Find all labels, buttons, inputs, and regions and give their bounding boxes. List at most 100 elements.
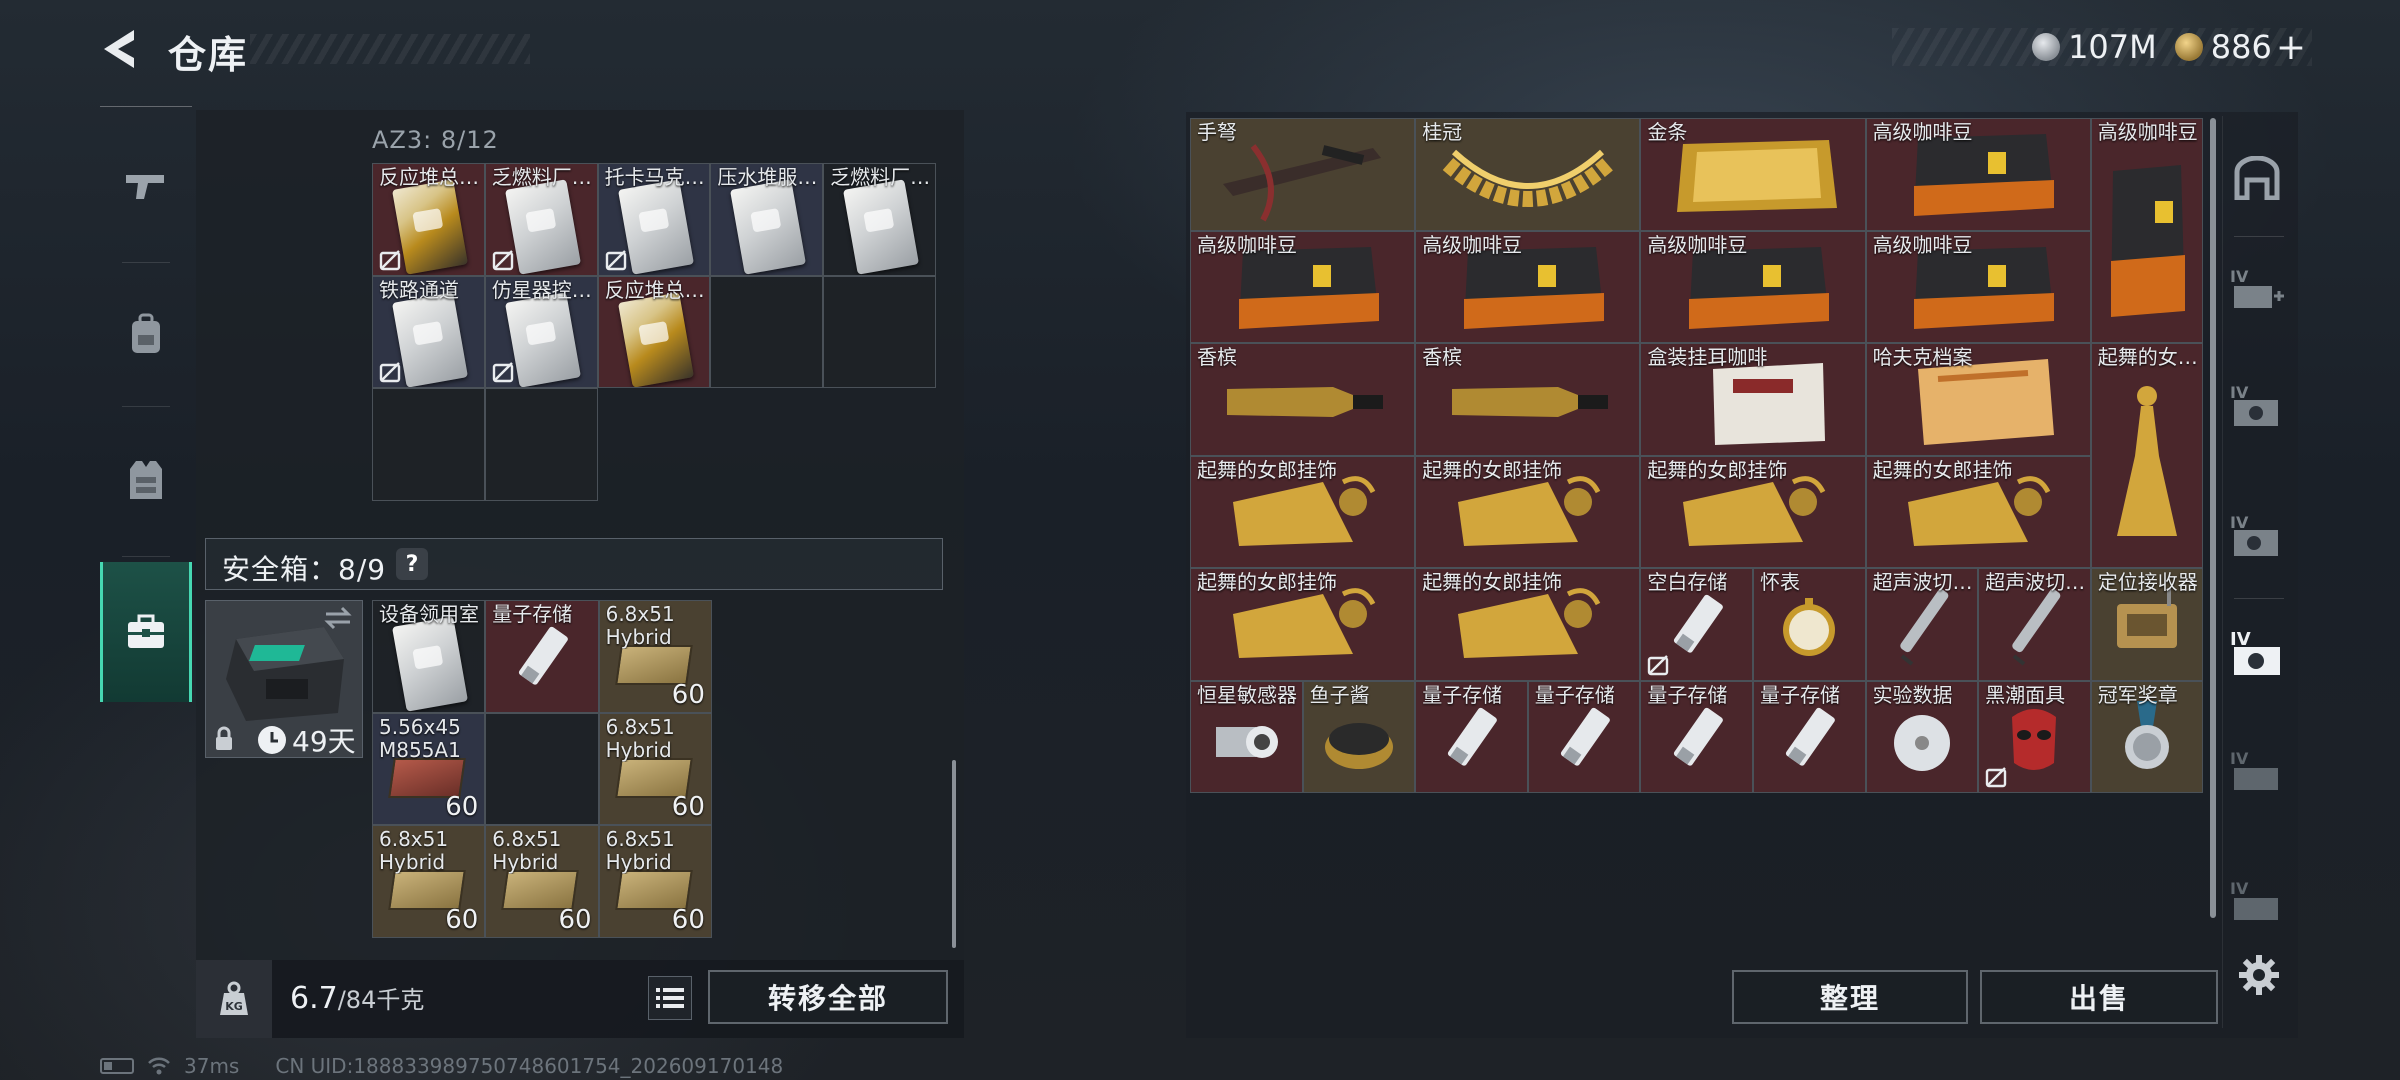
container-item[interactable]: 托卡马克… (597, 163, 711, 276)
stash-item[interactable]: 量子存储 (1752, 680, 1866, 793)
nav-case-active[interactable]: IV (2222, 604, 2292, 704)
stash-item[interactable]: 超声波切… (1978, 568, 2091, 681)
briefcase-icon (128, 614, 164, 648)
item-name: 恒星敏感器 (1197, 683, 1297, 707)
stash-item[interactable]: 量子存储 (1640, 680, 1753, 793)
stash-item[interactable]: 恒星敏感器 (1190, 680, 1303, 793)
keycard-icon (843, 179, 920, 275)
nav-backpack[interactable] (100, 264, 192, 404)
stash-item[interactable]: 起舞的女… (2090, 343, 2204, 568)
stash-item[interactable]: 起舞的女郎挂饰 (1415, 455, 1641, 568)
safe-item[interactable]: 6.8x51 Hybrid 60 (485, 825, 599, 938)
safe-box-duration: 49天 (292, 725, 356, 758)
item-name: 超声波切… (1872, 571, 1973, 594)
stash-item[interactable]: 空白存储 (1640, 568, 1753, 681)
stash-scrollbar[interactable] (2210, 118, 2216, 918)
safe-item[interactable]: 5.56x45 M855A1 60 (372, 712, 486, 826)
item-name: 起舞的女郎挂饰 (1647, 458, 1788, 482)
stash-item[interactable]: 哈夫克档案 (1865, 343, 2091, 456)
svg-text:IV: IV (2230, 629, 2251, 650)
stash-item[interactable]: 冠军奖章 (2090, 680, 2204, 793)
item-name: 托卡马克… (604, 166, 705, 189)
empty-slot[interactable] (484, 388, 598, 501)
home-icon (2234, 156, 2280, 200)
safe-item (485, 712, 599, 826)
stash-item[interactable]: 香槟 (1415, 343, 1641, 456)
stash-item[interactable]: 高级咖啡豆 (1415, 230, 1641, 343)
keycard-icon (504, 179, 581, 275)
stash-item[interactable]: 量子存储 (1527, 680, 1641, 793)
stash-item[interactable]: 起舞的女郎挂饰 (1190, 455, 1416, 568)
stash-item[interactable]: 怀表 (1752, 568, 1866, 681)
nav-case-4[interactable]: IV (2222, 852, 2292, 952)
keycard-icon (504, 291, 581, 388)
item-name: 量子存储 (492, 603, 573, 626)
list-view-button[interactable] (648, 976, 692, 1020)
item-count: 60 (671, 792, 705, 823)
stash-item[interactable]: 高级咖啡豆 (1865, 118, 2091, 231)
safe-item[interactable]: 6.8x51 Hybrid 60 (598, 825, 712, 938)
help-button[interactable]: ? (396, 548, 428, 580)
item-count: 60 (445, 792, 479, 823)
stash-item[interactable]: 量子存储 (1415, 680, 1528, 793)
stash-item[interactable]: 高级咖啡豆 (1640, 230, 1866, 343)
stash-item[interactable]: 香槟 (1190, 343, 1416, 456)
sell-button[interactable]: 出售 (1980, 970, 2218, 1024)
item-name: 高级咖啡豆 (1422, 233, 1523, 257)
stash-item[interactable]: 起舞的女郎挂饰 (1190, 568, 1416, 681)
container-item[interactable]: 铁路通道 (372, 275, 485, 389)
stash-item[interactable]: 手弩 (1190, 118, 1416, 231)
container-item[interactable]: 乏燃料厂… (484, 163, 598, 276)
nav-case-2[interactable]: IV (2222, 486, 2292, 586)
list-icon (656, 988, 684, 1008)
safe-item[interactable]: 6.8x51 Hybrid 60 (372, 825, 486, 938)
stash-item[interactable]: 起舞的女郎挂饰 (1640, 455, 1866, 568)
nav-case-3[interactable]: IV (2222, 722, 2292, 822)
stash-item[interactable]: 盒装挂耳咖啡 (1640, 343, 1866, 456)
nav-safe-box[interactable] (100, 562, 192, 702)
item-name: 起舞的女郎挂饰 (1872, 458, 2013, 482)
stash-item[interactable]: 实验数据 (1865, 680, 1979, 793)
stash-item[interactable]: 高级咖啡豆 (1190, 230, 1416, 343)
gold-currency[interactable]: 886 + (2174, 27, 2306, 68)
back-arrow-icon[interactable] (98, 26, 142, 72)
container-item[interactable]: 反应堆总… (597, 275, 711, 389)
stash-item[interactable]: 定位接收器 (2090, 568, 2204, 681)
stash-item[interactable]: 起舞的女郎挂饰 (1415, 568, 1641, 681)
nav-warehouse-home[interactable] (2222, 128, 2292, 228)
container-item[interactable]: 仿星器控… (484, 275, 598, 389)
nav-vest[interactable] (100, 410, 192, 550)
sort-button[interactable]: 整理 (1732, 970, 1968, 1024)
stash-item[interactable]: 高级咖啡豆 (2090, 118, 2204, 343)
empty-slot[interactable] (823, 275, 936, 389)
swap-icon[interactable] (322, 606, 354, 630)
container-item[interactable]: 乏燃料厂… (823, 163, 936, 276)
transfer-all-button[interactable]: 转移全部 (708, 970, 948, 1024)
container-item[interactable]: 压水堆服… (710, 163, 824, 276)
backpack-icon (132, 313, 160, 353)
empty-slot[interactable] (710, 275, 824, 389)
stash-item[interactable]: 鱼子酱 (1302, 680, 1416, 793)
keycard-icon (392, 179, 468, 275)
stash-item[interactable]: 起舞的女郎挂饰 (1865, 455, 2091, 568)
empty-slot[interactable] (372, 388, 485, 501)
stash-item[interactable]: 桂冠 (1415, 118, 1641, 231)
item-name: 5.56x45 M855A1 (379, 715, 461, 762)
container-item[interactable]: 反应堆总… (372, 163, 485, 276)
safe-item[interactable]: 量子存储 (485, 600, 599, 713)
item-name: 高级咖啡豆 (1197, 233, 1297, 257)
safe-item[interactable]: 6.8x51 Hybrid 60 (598, 712, 712, 826)
stash-item[interactable]: 金条 (1640, 118, 1866, 231)
nav-case-1[interactable]: IV (2222, 356, 2292, 456)
gear-icon[interactable] (2238, 954, 2280, 996)
nav-add-case[interactable]: IV (2222, 240, 2292, 340)
stash-item[interactable]: 超声波切… (1865, 568, 1979, 681)
safe-item[interactable]: 设备领用室 (372, 600, 486, 713)
add-currency-button[interactable]: + (2276, 27, 2306, 68)
stash-item[interactable]: 高级咖啡豆 (1865, 230, 2091, 343)
safe-item[interactable]: 6.8x51 Hybrid 60 (598, 600, 712, 713)
inventory-scrollbar[interactable] (952, 760, 956, 948)
item-name: 怀表 (1759, 571, 1800, 594)
stash-item[interactable]: 黑潮面具 (1978, 680, 2091, 793)
nav-weapons[interactable] (100, 116, 192, 256)
